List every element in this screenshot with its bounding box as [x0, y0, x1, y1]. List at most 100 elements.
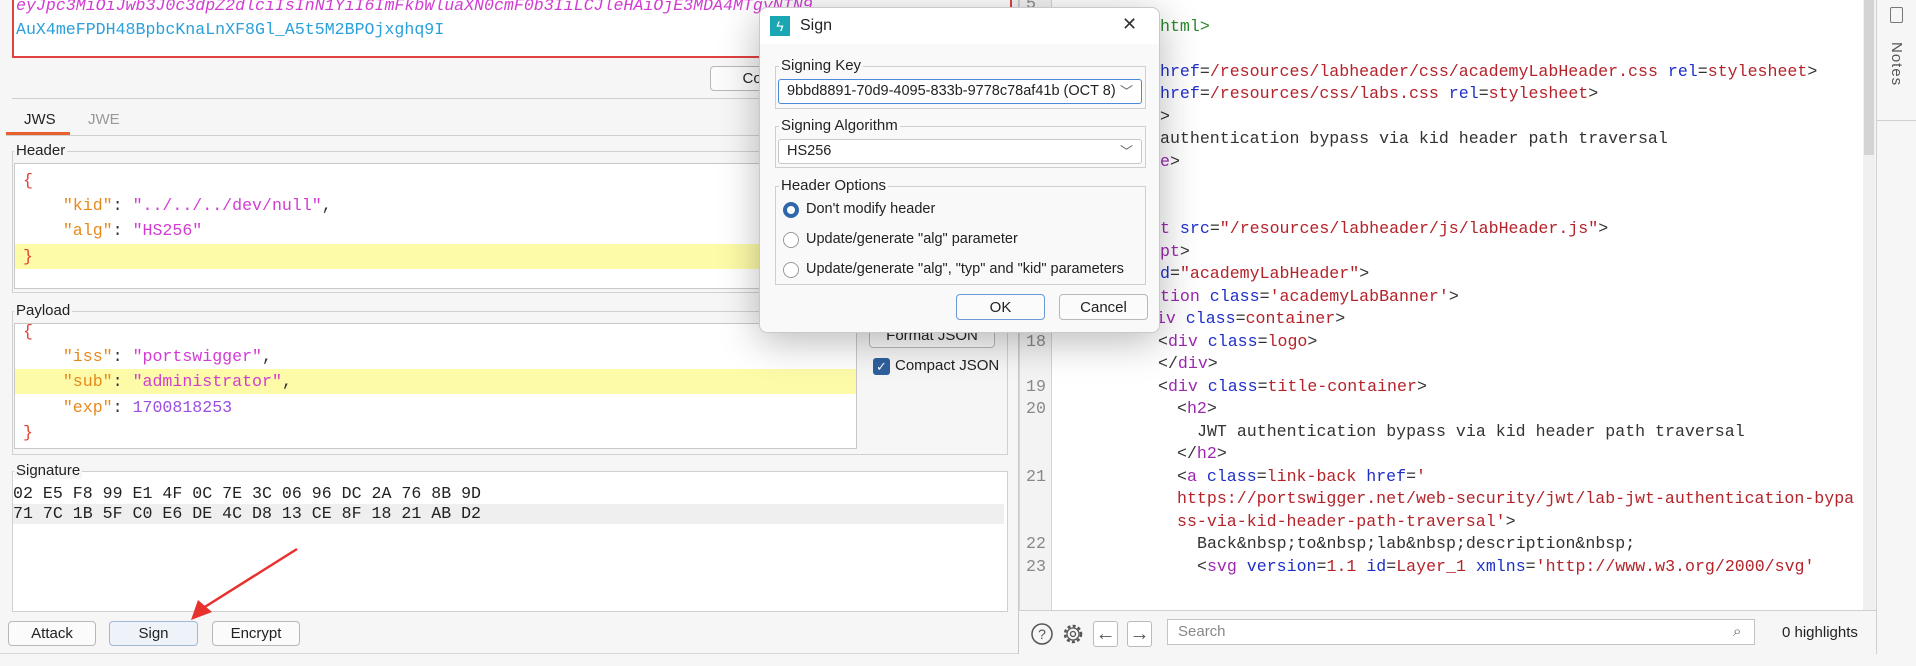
json-token: : [112, 221, 133, 241]
signing-algorithm-select[interactable]: HS256 ﹀ [778, 139, 1142, 164]
dialog-title: Sign [800, 17, 833, 34]
option-label: Update/generate "alg" parameter [806, 231, 1018, 247]
code-token: JWT authentication bypass via kid header… [1197, 421, 1745, 441]
signing-key-select[interactable]: 9bbd8891-70d9-4095-833b-9778c78af41b (OC… [778, 79, 1142, 104]
line-number: 20 [1026, 399, 1046, 419]
help-icon[interactable]: ? [1029, 621, 1055, 647]
code-token: rel [1657, 61, 1698, 81]
radio-dont-modify-header[interactable] [783, 202, 799, 218]
ok-button[interactable]: OK [956, 294, 1045, 320]
code-line: pt> [1160, 241, 1190, 264]
line-number: 19 [1026, 376, 1046, 396]
code-line: tion class='academyLabBanner'> [1160, 286, 1459, 309]
close-icon[interactable]: ✕ [1122, 14, 1137, 35]
json-line: } [15, 420, 856, 445]
code-token: = [1235, 309, 1246, 329]
code-line: authentication bypass via kid header pat… [1160, 128, 1668, 151]
line-number: 22 [1026, 534, 1046, 554]
code-token: h2 [1186, 399, 1207, 419]
json-line: { [15, 168, 856, 193]
radio-update-alg[interactable] [783, 232, 799, 248]
payload-label: Payload [14, 302, 73, 319]
code-token: < [1177, 399, 1187, 419]
code-token: > [1307, 331, 1318, 351]
cancel-button[interactable]: Cancel [1059, 294, 1148, 320]
code-token: div [1177, 354, 1208, 374]
app-lightning-icon: ϟ [770, 16, 790, 36]
search-icon: ⌕ [1733, 623, 1742, 640]
code-token: > [1206, 399, 1217, 419]
tab-jws[interactable]: JWS [24, 111, 56, 128]
gear-icon[interactable] [1060, 621, 1086, 647]
attack-button[interactable]: Attack [8, 621, 96, 646]
code-line: <svg version=1.1 id=Layer_1 xmlns='http:… [1197, 556, 1814, 579]
header-label: Header [14, 142, 68, 159]
radio-update-alg-typ-kid[interactable] [783, 262, 799, 278]
json-token: "../../../dev/null" [132, 196, 322, 216]
notes-tab[interactable]: Notes [1888, 42, 1905, 86]
json-token: "administrator" [132, 372, 282, 392]
signature-hex-line: 02 E5 F8 99 E1 4F 0C 7E 3C 06 96 DC 2A 7… [13, 484, 482, 503]
header-json-editor[interactable]: { "kid": "../../../dev/null", "alg": "HS… [14, 163, 857, 289]
forward-arrow-icon[interactable]: → [1127, 621, 1152, 647]
json-token: { [23, 171, 33, 190]
code-token: = [1257, 376, 1268, 396]
code-token: 'http://www.w3.org/2000/svg' [1535, 556, 1815, 576]
code-token: a [1186, 466, 1197, 486]
json-token: 1700818253 [132, 397, 233, 417]
compact-json-checkbox[interactable]: ✓ [873, 358, 890, 375]
code-token: link-back [1266, 466, 1357, 486]
code-token: src [1169, 219, 1210, 239]
code-token: > [1505, 511, 1516, 531]
code-token: class [1197, 376, 1258, 396]
code-token: stylesheet [1488, 84, 1589, 104]
line-number: 21 [1026, 466, 1046, 486]
code-line: <div class=logo> [1158, 331, 1317, 354]
back-arrow-icon[interactable]: ← [1093, 621, 1118, 647]
code-token: Back&nbsp;to&nbsp;lab&nbsp;description&n… [1197, 534, 1636, 554]
json-token: } [23, 422, 33, 442]
code-token: > [1207, 354, 1218, 374]
json-line: "exp": 1700818253 [15, 395, 856, 420]
code-token: > [1807, 61, 1818, 81]
code-token: = [1209, 219, 1220, 239]
code-token: h2 [1196, 444, 1217, 464]
code-token: </ [1158, 354, 1178, 374]
header-options-label: Header Options [779, 177, 889, 194]
payload-json-editor[interactable]: { "iss": "portswigger", "sub": "administ… [14, 323, 857, 449]
code-token: e [1160, 151, 1170, 171]
code-token: /resources/labheader/css/academyLabHeade… [1209, 61, 1658, 81]
json-token: , [281, 372, 292, 392]
chevron-down-icon: ﹀ [1119, 144, 1133, 159]
tab-jwe[interactable]: JWE [88, 111, 120, 128]
code-token: = [1256, 466, 1267, 486]
token-signature-part: AuX4meFPDH48BpbcKnaLnXF8Gl_A5t5M2BPOjxgh… [16, 20, 445, 39]
code-token: = [1259, 286, 1270, 306]
code-token: < [1158, 331, 1168, 351]
code-token: xmlns [1465, 556, 1526, 576]
code-line: html> [1160, 16, 1210, 39]
code-token: div [1167, 376, 1198, 396]
search-input[interactable]: Search [1167, 619, 1755, 645]
notes-icon[interactable] [1890, 7, 1903, 23]
code-token: class [1199, 286, 1260, 306]
code-token: d [1160, 264, 1170, 284]
code-scrollbar[interactable] [1863, 0, 1875, 610]
code-token: version [1236, 556, 1317, 576]
search-toolbar: ? ← → Search ⌕ 0 highlights [1018, 610, 1876, 654]
checkmark-icon: ✓ [876, 359, 887, 374]
code-token: Layer_1 [1396, 556, 1466, 576]
json-token: "sub" [62, 372, 113, 392]
code-token: > [1169, 151, 1180, 171]
code-line: <a class=link-back href=' [1177, 466, 1426, 489]
code-line: href=/resources/css/labs.css rel=stylesh… [1160, 83, 1598, 106]
code-line: href=/resources/labheader/css/academyLab… [1160, 61, 1817, 84]
code-token: id [1356, 556, 1387, 576]
code-line: </div> [1158, 353, 1218, 376]
scrollbar-thumb[interactable] [1864, 0, 1874, 155]
code-line: https://portswigger.net/web-security/jwt… [1177, 488, 1854, 511]
code-token: > [1160, 106, 1170, 126]
